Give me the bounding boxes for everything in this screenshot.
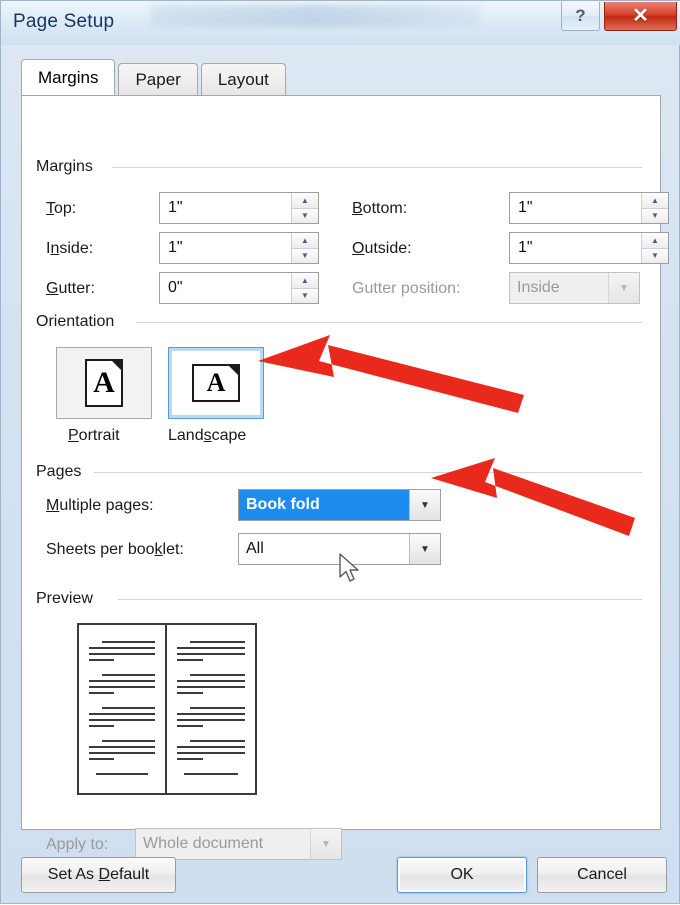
top-margin-up-icon[interactable]: ▲ xyxy=(292,193,318,209)
multiple-pages-combo[interactable]: Book fold ▼ xyxy=(238,489,441,521)
page-title: Page Setup xyxy=(13,11,115,32)
pages-group-label: Pages xyxy=(36,463,90,481)
gutter-down-icon[interactable]: ▼ xyxy=(292,288,318,303)
margins-group-label: Margins xyxy=(36,158,101,176)
sheets-per-booklet-label: Sheets per booklet: xyxy=(46,541,184,558)
preview-paragraph xyxy=(177,740,245,764)
preview-paragraph xyxy=(177,641,245,665)
title-bar: Page Setup ? ✕ xyxy=(1,1,680,45)
portrait-orientation-option[interactable]: A xyxy=(56,347,152,419)
top-margin-stepper[interactable]: 1" ▲ ▼ xyxy=(159,192,319,224)
dialog-body: Margins Paper Layout Margins Top: 1" ▲ ▼ xyxy=(11,51,671,860)
bottom-margin-label: Bottom: xyxy=(352,200,408,217)
preview-page-left xyxy=(79,625,167,793)
preview-paragraph xyxy=(89,641,155,665)
sheets-per-booklet-value[interactable]: All xyxy=(239,534,409,564)
outside-margin-value[interactable]: 1" xyxy=(510,233,641,263)
preview-paragraph xyxy=(89,674,155,698)
inside-margin-value[interactable]: 1" xyxy=(160,233,291,263)
gutter-up-icon[interactable]: ▲ xyxy=(292,273,318,289)
landscape-page-icon: A xyxy=(192,364,240,402)
preview-final-line xyxy=(96,773,148,775)
tab-paper-label: Paper xyxy=(135,69,181,89)
preview-group-rule xyxy=(118,599,642,600)
set-as-default-button[interactable]: Set As Default xyxy=(21,857,176,893)
close-button[interactable]: ✕ xyxy=(604,2,677,31)
gutter-position-combo: Inside ▼ xyxy=(509,272,640,304)
page-setup-dialog: Page Setup ? ✕ Margins Paper Layout Marg… xyxy=(0,0,680,904)
inside-margin-down-icon[interactable]: ▼ xyxy=(292,248,318,263)
ok-label: OK xyxy=(450,866,474,883)
chevron-down-icon[interactable]: ▼ xyxy=(409,534,440,564)
landscape-orientation-option[interactable]: A xyxy=(168,347,264,419)
preview-paragraph xyxy=(89,707,155,731)
bottom-margin-arrows[interactable]: ▲ ▼ xyxy=(641,193,668,223)
gutter-arrows[interactable]: ▲ ▼ xyxy=(291,273,318,303)
bottom-margin-value[interactable]: 1" xyxy=(510,193,641,223)
portrait-page-icon: A xyxy=(85,359,123,407)
gutter-position-value: Inside xyxy=(510,273,608,303)
tab-strip: Margins Paper Layout xyxy=(21,59,289,95)
preview-book xyxy=(77,623,257,795)
tab-panel-margins: Margins Top: 1" ▲ ▼ Bottom: 1" ▲ ▼ Insid… xyxy=(21,95,669,860)
chevron-down-icon: ▼ xyxy=(608,273,639,303)
outside-margin-label: Outside: xyxy=(352,240,412,257)
bottom-margin-down-icon[interactable]: ▼ xyxy=(642,208,668,223)
tab-layout[interactable]: Layout xyxy=(200,63,286,95)
tab-margins[interactable]: Margins xyxy=(21,59,116,95)
inside-margin-label: Inside: xyxy=(46,240,94,257)
inside-margin-arrows[interactable]: ▲ ▼ xyxy=(291,233,318,263)
tab-layout-label: Layout xyxy=(217,69,269,89)
preview-paragraph xyxy=(89,740,155,764)
help-glyph: ? xyxy=(575,6,586,25)
multiple-pages-label: Multiple pages: xyxy=(46,497,154,514)
gutter-value[interactable]: 0" xyxy=(160,273,291,303)
inside-margin-stepper[interactable]: 1" ▲ ▼ xyxy=(159,232,319,264)
multiple-pages-value[interactable]: Book fold xyxy=(239,490,409,520)
preview-page-right xyxy=(167,625,255,793)
titlebar-background-blur xyxy=(151,5,481,27)
portrait-label: Portrait xyxy=(68,427,120,444)
landscape-label: Landscape xyxy=(168,427,247,444)
window-controls: ? ✕ xyxy=(561,2,677,36)
top-margin-down-icon[interactable]: ▼ xyxy=(292,208,318,223)
dialog-footer: Set As Default OK Cancel xyxy=(1,847,680,905)
preview-final-line xyxy=(184,773,238,775)
top-margin-arrows[interactable]: ▲ ▼ xyxy=(291,193,318,223)
margins-group-rule xyxy=(112,167,642,168)
pages-group-rule xyxy=(94,472,642,473)
close-icon: ✕ xyxy=(632,5,649,27)
gutter-label: Gutter: xyxy=(46,280,95,297)
top-margin-label: Top: xyxy=(46,200,77,217)
orientation-group-rule xyxy=(136,322,642,323)
outside-margin-down-icon[interactable]: ▼ xyxy=(642,248,668,263)
cancel-button[interactable]: Cancel xyxy=(537,857,667,893)
outside-margin-up-icon[interactable]: ▲ xyxy=(642,233,668,249)
set-as-default-label: Set As Default xyxy=(47,866,150,883)
tab-paper[interactable]: Paper xyxy=(118,63,198,95)
chevron-down-icon[interactable]: ▼ xyxy=(409,490,440,520)
outside-margin-arrows[interactable]: ▲ ▼ xyxy=(641,233,668,263)
cancel-label: Cancel xyxy=(577,866,627,883)
help-icon[interactable]: ? xyxy=(561,2,600,31)
outside-margin-stepper[interactable]: 1" ▲ ▼ xyxy=(509,232,669,264)
gutter-position-label: Gutter position: xyxy=(352,280,461,297)
orientation-group-label: Orientation xyxy=(36,313,123,331)
inside-margin-up-icon[interactable]: ▲ xyxy=(292,233,318,249)
top-margin-value[interactable]: 1" xyxy=(160,193,291,223)
tab-margins-label: Margins xyxy=(38,67,99,87)
preview-paragraph xyxy=(177,707,245,731)
bottom-margin-stepper[interactable]: 1" ▲ ▼ xyxy=(509,192,669,224)
bottom-margin-up-icon[interactable]: ▲ xyxy=(642,193,668,209)
sheets-per-booklet-combo[interactable]: All ▼ xyxy=(238,533,441,565)
gutter-stepper[interactable]: 0" ▲ ▼ xyxy=(159,272,319,304)
ok-button[interactable]: OK xyxy=(397,857,527,893)
preview-paragraph xyxy=(177,674,245,698)
preview-group-label: Preview xyxy=(36,590,101,608)
